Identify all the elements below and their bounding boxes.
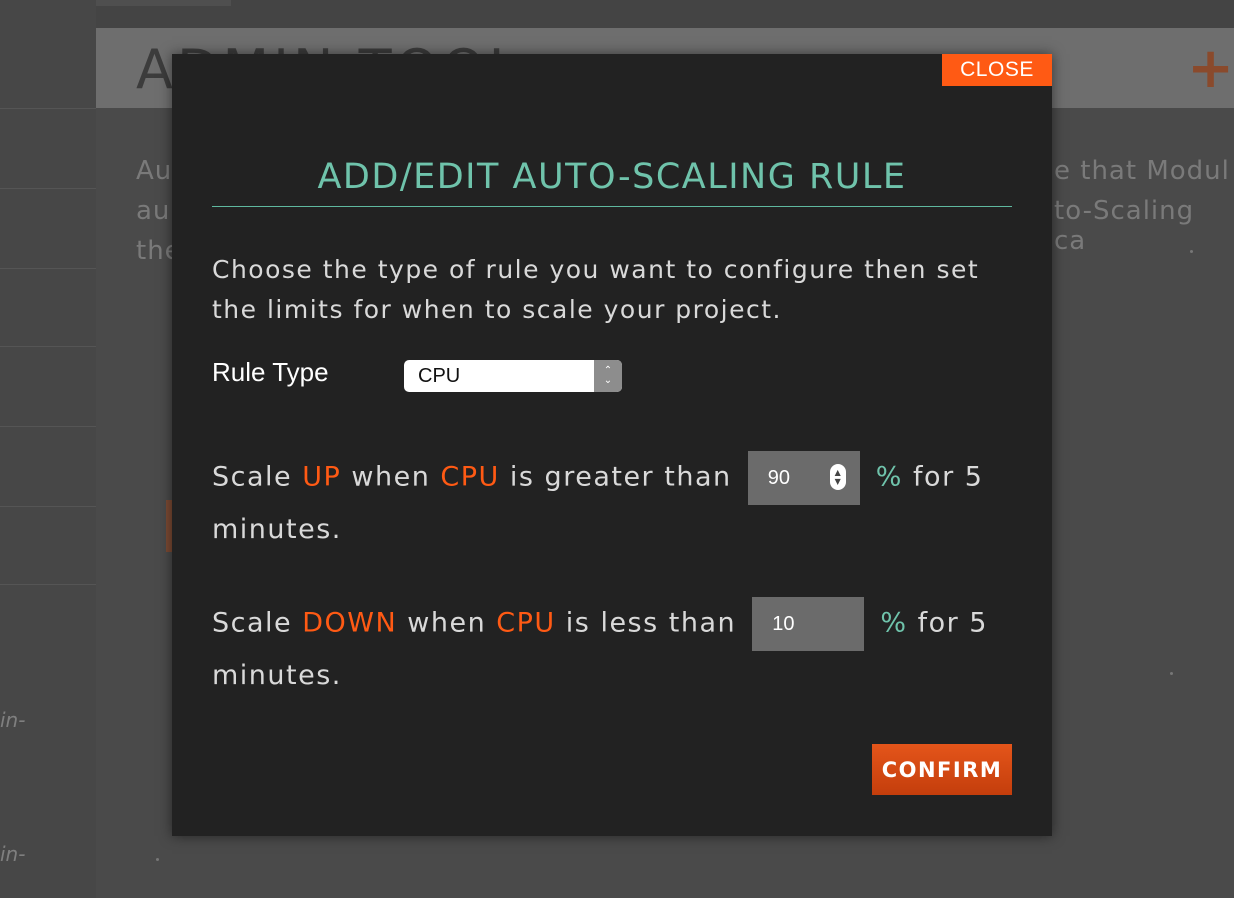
modal-title: ADD/EDIT AUTO-SCALING RULE — [317, 157, 907, 197]
scale-down-direction: DOWN — [302, 607, 398, 639]
scale-down-condition: Scale DOWN when CPU is less than 10 % fo… — [212, 597, 1032, 701]
scale-down-threshold-input[interactable]: 10 — [752, 597, 865, 651]
background-text-fragment: e that Modul — [1054, 156, 1230, 186]
scale-up-unit: % — [875, 461, 903, 493]
scale-up-threshold-input[interactable]: 90 ▲ ▼ — [747, 451, 860, 505]
confirm-button[interactable]: CONFIRM — [872, 744, 1012, 795]
background-side-label: in- — [0, 842, 26, 866]
scale-down-comparison: is less than — [565, 607, 737, 639]
modal-instructions: Choose the type of rule you want to conf… — [212, 255, 980, 324]
number-stepper-icon[interactable]: ▲ ▼ — [829, 464, 846, 490]
scale-up-threshold-value: 90 — [767, 467, 790, 489]
scale-up-comparison: is greater than — [509, 461, 732, 493]
background-top-strip — [96, 0, 1234, 28]
scale-up-when: when — [351, 461, 431, 493]
scale-up-condition: Scale UP when CPU is greater than 90 ▲ ▼ … — [212, 451, 1032, 555]
scale-down-unit: % — [880, 607, 908, 639]
background-sidebar — [0, 0, 96, 898]
close-button[interactable]: CLOSE — [942, 54, 1052, 86]
rule-type-selected-value: CPU — [418, 365, 461, 387]
scale-down-metric: CPU — [496, 607, 556, 639]
scale-up-metric: CPU — [440, 461, 500, 493]
scale-down-when: when — [407, 607, 487, 639]
background-text-line: au — [136, 196, 171, 226]
rule-type-label: Rule Type — [212, 357, 329, 387]
title-divider — [212, 206, 1012, 207]
rule-type-select[interactable]: CPU ⌃ ⌄ — [404, 360, 622, 392]
scale-up-direction: UP — [302, 461, 342, 493]
auto-scaling-rule-modal: CLOSE ADD/EDIT AUTO-SCALING RULE Choose … — [172, 54, 1052, 836]
add-icon: + — [1187, 36, 1234, 101]
scale-down-prefix: Scale — [212, 607, 293, 639]
background-side-label: in- — [0, 708, 26, 732]
scale-down-threshold-value: 10 — [772, 613, 795, 635]
background-text-line: Au — [136, 156, 173, 186]
background-text-fragment: to-Scaling ca — [1054, 196, 1195, 256]
select-arrows-icon: ⌃ ⌄ — [594, 360, 622, 392]
scale-up-prefix: Scale — [212, 461, 293, 493]
